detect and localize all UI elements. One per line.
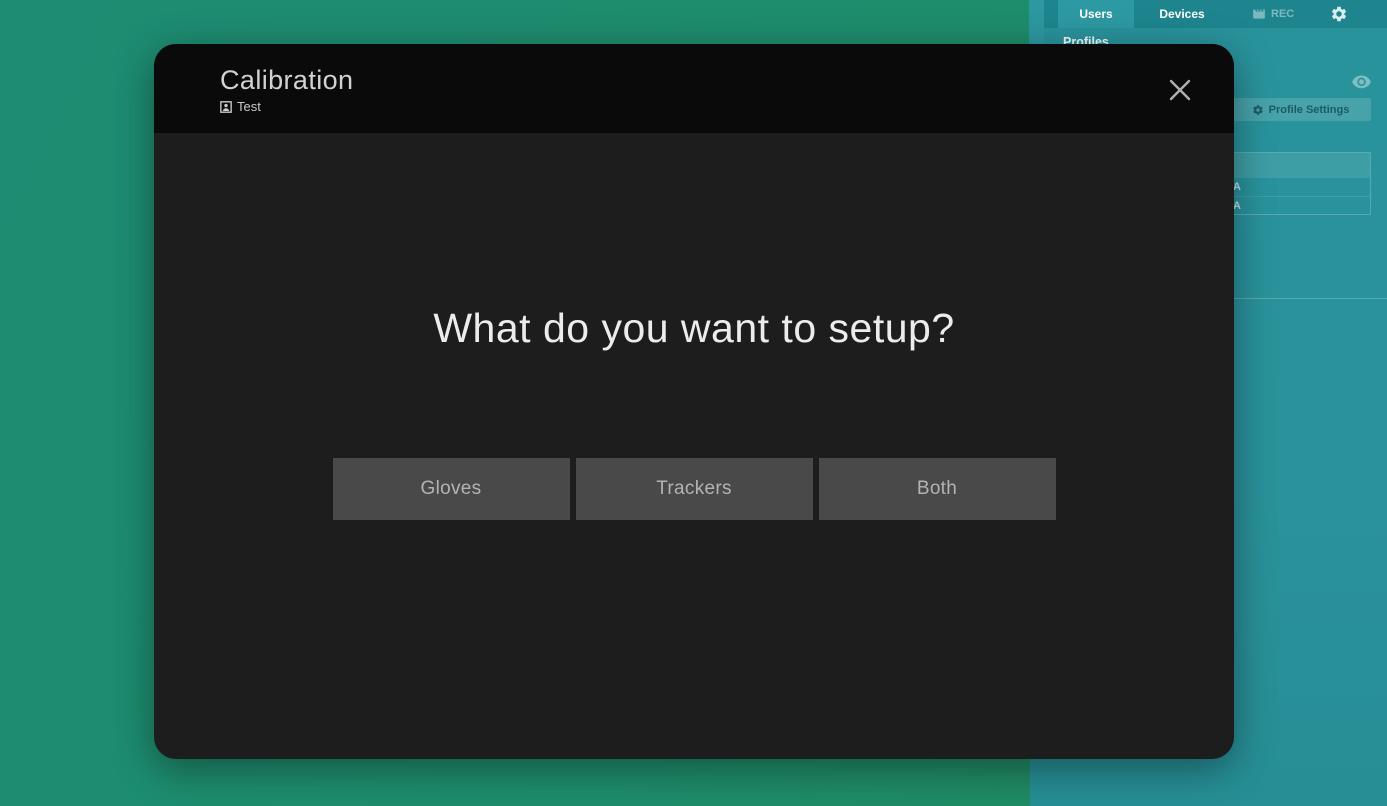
clapperboard-icon: [1252, 7, 1266, 21]
profiles-table: A A: [1222, 152, 1371, 215]
user-badge-icon: [220, 101, 232, 113]
profile-indicator: Test: [220, 99, 1234, 114]
profile-name: Test: [237, 99, 261, 114]
close-icon: [1167, 77, 1193, 103]
tab-users[interactable]: Users: [1058, 0, 1134, 28]
both-button[interactable]: Both: [819, 458, 1056, 520]
dialog-title: Calibration: [220, 64, 1234, 96]
setup-question: What do you want to setup?: [154, 305, 1234, 352]
close-button[interactable]: [1167, 77, 1193, 103]
dialog-body: What do you want to setup? Gloves Tracke…: [154, 133, 1234, 759]
profiles-table-header: [1223, 153, 1370, 177]
table-row[interactable]: A: [1223, 196, 1370, 215]
setup-options: Gloves Trackers Both: [154, 458, 1234, 520]
gear-icon: [1252, 104, 1264, 116]
gloves-button[interactable]: Gloves: [333, 458, 570, 520]
eye-icon: [1351, 73, 1372, 90]
rec-button[interactable]: REC: [1252, 0, 1294, 28]
table-row-label: A: [1233, 181, 1241, 193]
table-row[interactable]: A: [1223, 177, 1370, 196]
table-row-label: A: [1233, 200, 1241, 212]
trackers-button[interactable]: Trackers: [576, 458, 813, 520]
visibility-toggle[interactable]: [1351, 73, 1372, 90]
dialog-header: Calibration Test: [154, 44, 1234, 133]
tab-users-label: Users: [1079, 7, 1112, 21]
gear-icon: [1330, 5, 1348, 23]
rec-label: REC: [1271, 8, 1294, 20]
tab-devices-label: Devices: [1159, 7, 1204, 21]
profile-settings-label: Profile Settings: [1269, 104, 1350, 116]
calibration-dialog: Calibration Test What do you want to set…: [154, 44, 1234, 759]
settings-gear-button[interactable]: [1330, 5, 1348, 23]
tab-devices[interactable]: Devices: [1134, 0, 1230, 28]
profile-settings-button[interactable]: Profile Settings: [1230, 98, 1371, 121]
